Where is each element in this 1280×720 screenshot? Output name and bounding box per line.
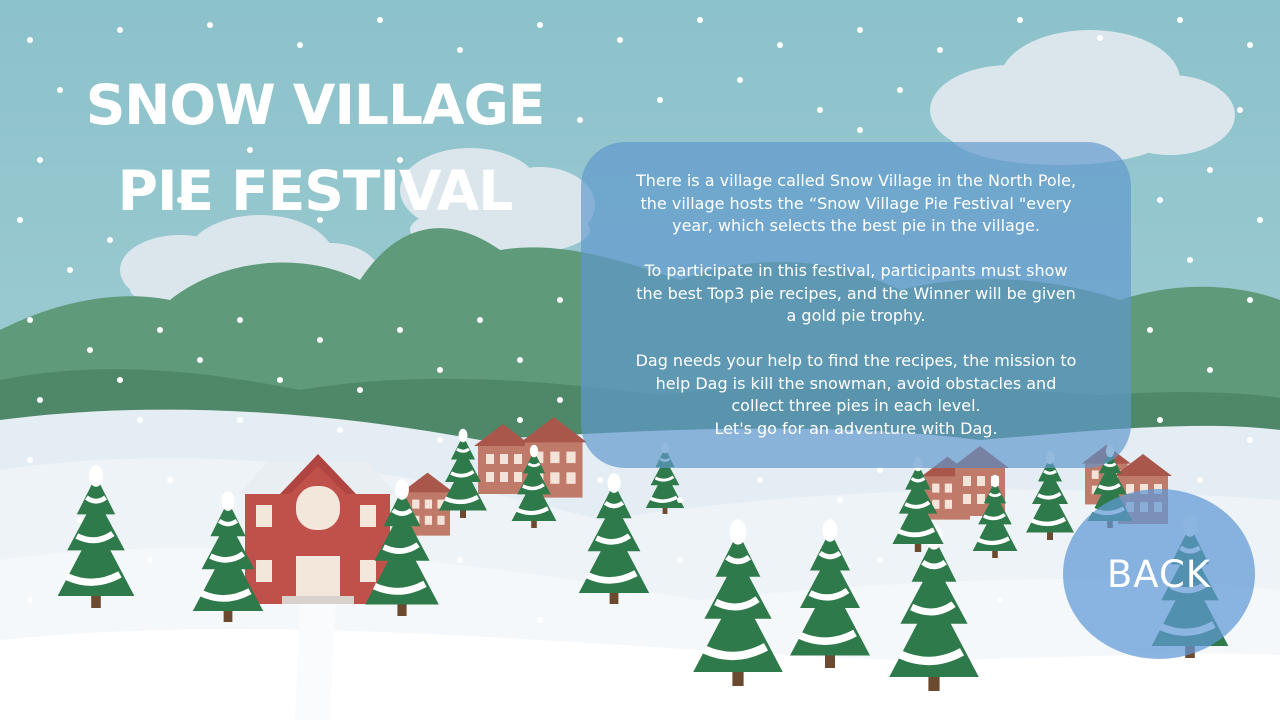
title-line-1: SNOW VILLAGE: [85, 73, 546, 137]
story-line: collect three pies in each level.: [731, 396, 981, 415]
story-line: the village hosts the “Snow Village Pie …: [640, 193, 1072, 213]
story-line: Dag needs your help to find the recipes,…: [635, 351, 1077, 370]
story-line: There is a village called Snow Village i…: [635, 171, 1077, 190]
story-line: year, which selects the best pie in the …: [672, 216, 1040, 235]
story-line: a gold pie trophy.: [786, 306, 926, 325]
story-line: the best Top3 pie recipes, and the Winne…: [636, 283, 1076, 303]
game-title: SNOW VILLAGE PIE FESTIVAL: [60, 62, 570, 234]
game-scene: SNOW VILLAGE PIE FESTIVAL There is a vil…: [0, 0, 1280, 720]
title-line-2: PIE FESTIVAL: [117, 159, 514, 223]
story-paragraph-1: There is a village called Snow Village i…: [599, 170, 1113, 238]
back-button[interactable]: BACK: [1063, 489, 1255, 659]
story-line: help Dag is kill the snowman, avoid obst…: [655, 373, 1057, 393]
story-paragraph-2: To participate in this festival, partici…: [599, 260, 1113, 328]
story-panel: There is a village called Snow Village i…: [581, 142, 1131, 468]
story-line: Let's go for an adventure with Dag.: [714, 418, 998, 438]
story-paragraph-3: Dag needs your help to find the recipes,…: [599, 350, 1113, 440]
story-line: To participate in this festival, partici…: [644, 261, 1068, 280]
